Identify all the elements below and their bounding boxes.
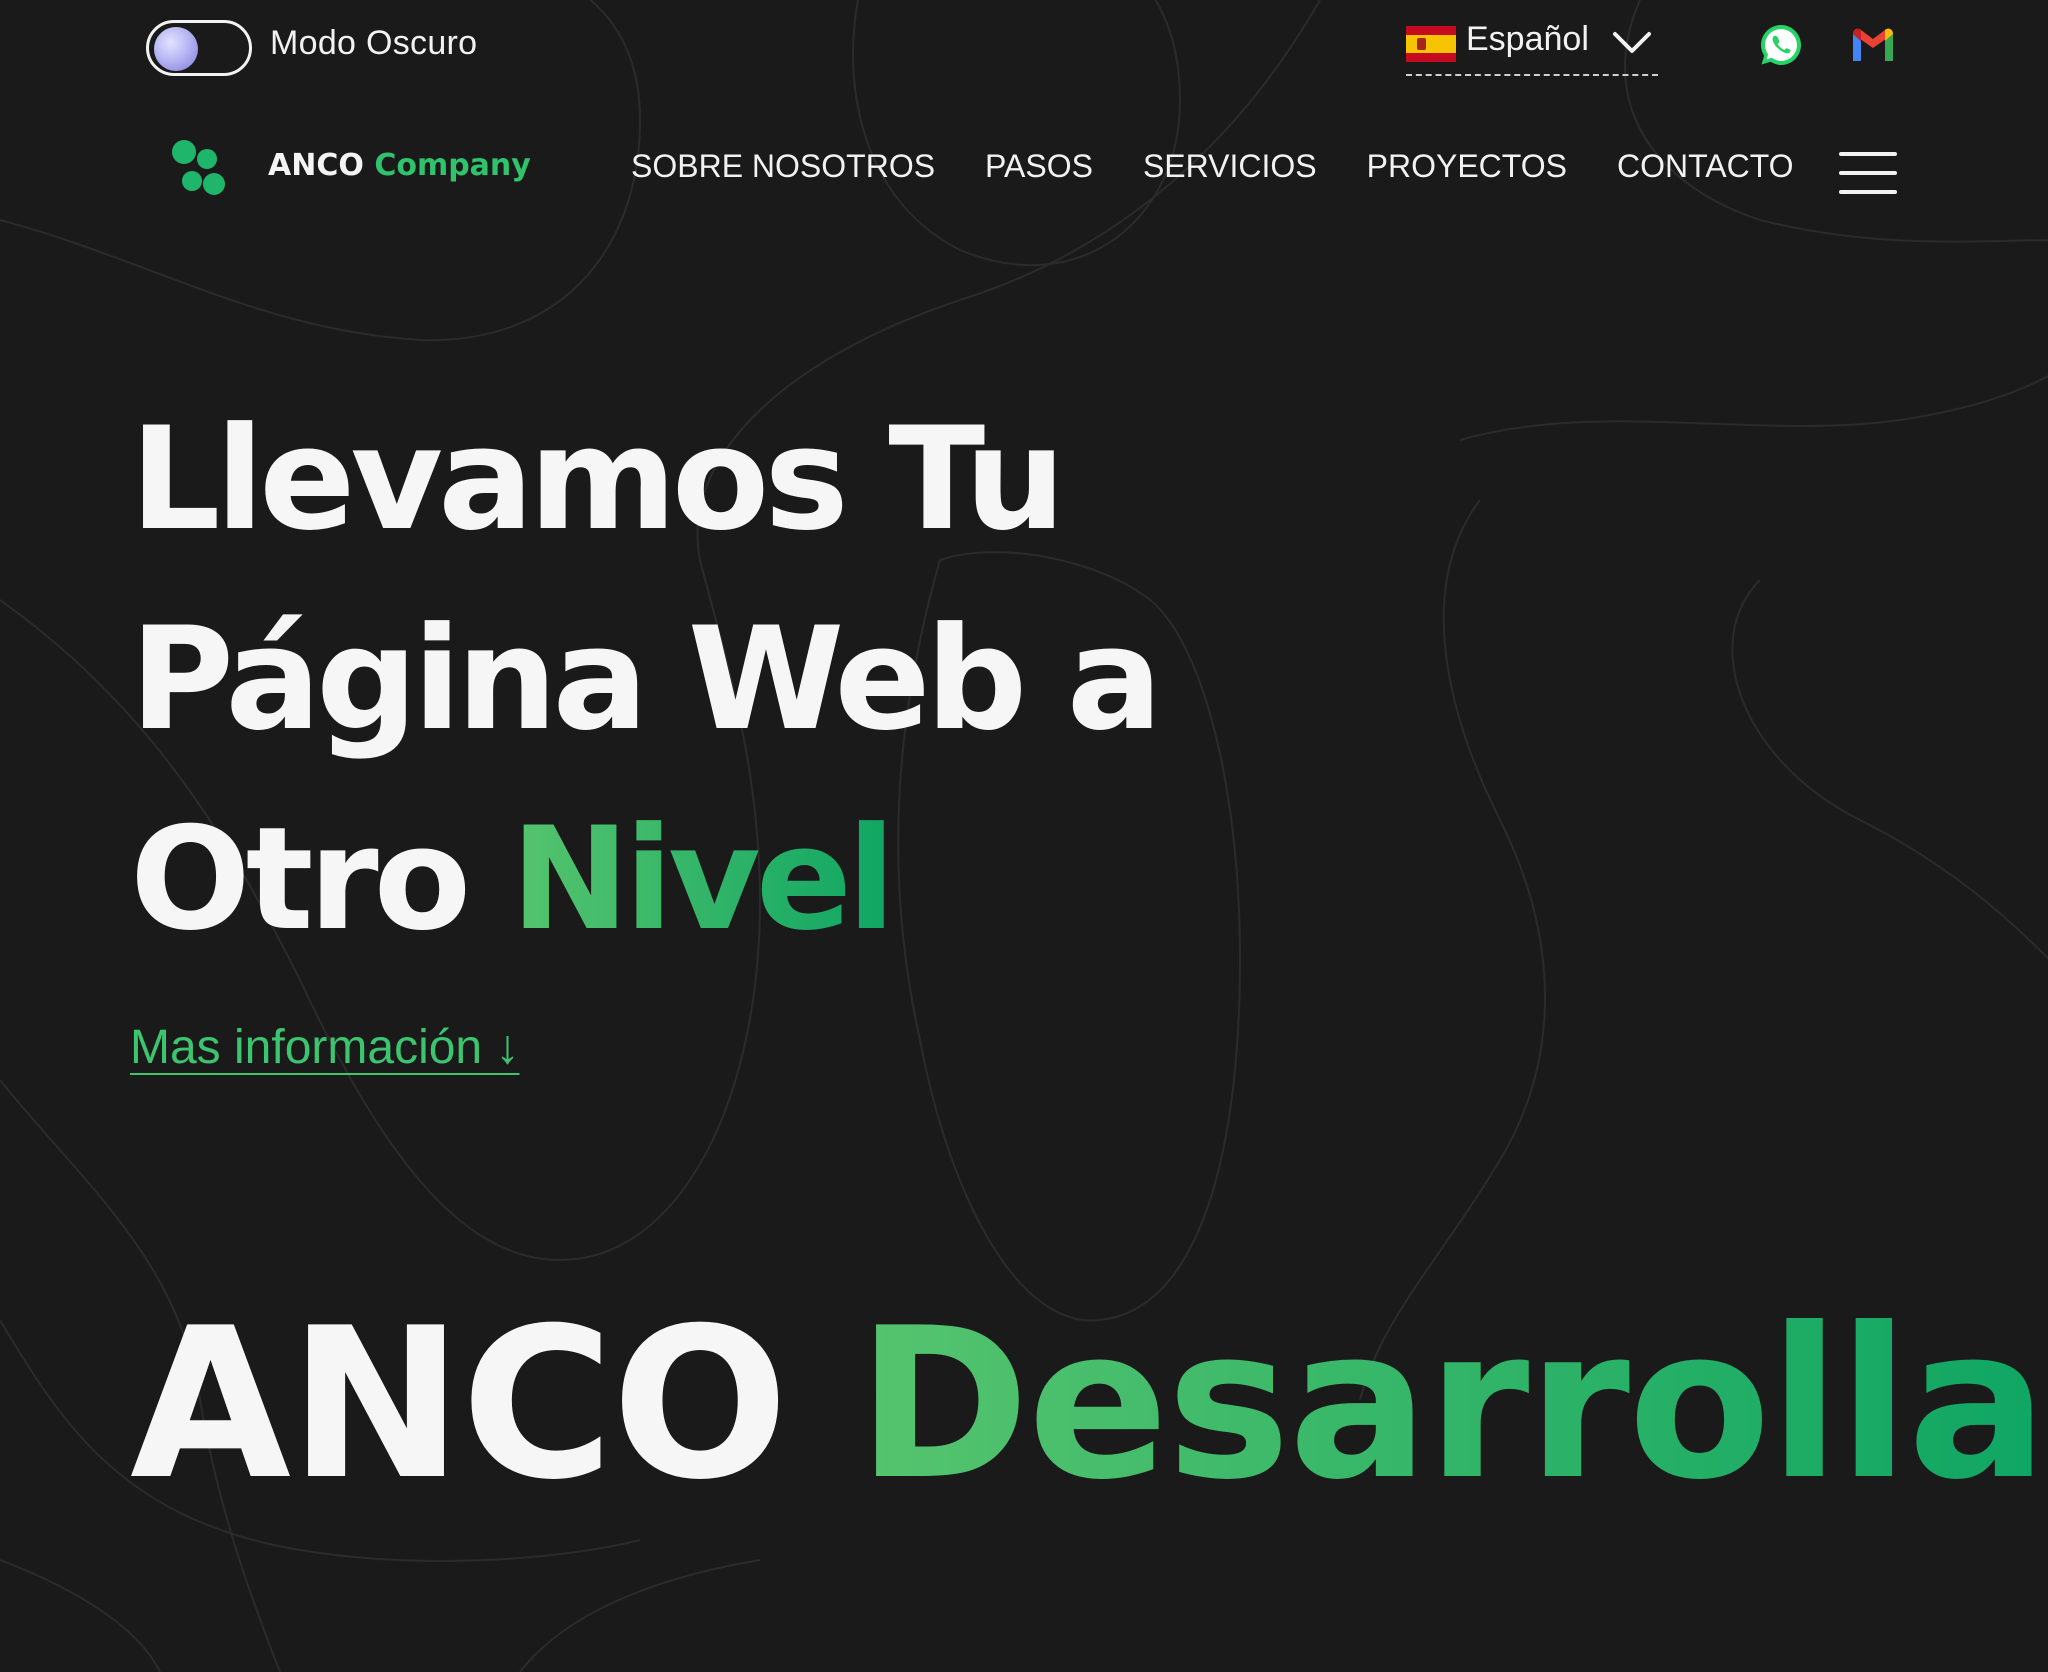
more-info-link[interactable]: Mas información ↓ [130, 1020, 519, 1075]
language-label: Español [1466, 20, 1589, 58]
brand-name[interactable]: ANCO Company [268, 148, 531, 183]
nav-item-pasos[interactable]: PASOS [985, 148, 1093, 185]
brand-name-suffix: Company [374, 148, 531, 183]
es-flag-icon [1406, 26, 1456, 62]
whatsapp-icon[interactable] [1758, 22, 1804, 68]
dark-mode-label: Modo Oscuro [270, 24, 478, 62]
language-selector[interactable]: Español [1406, 18, 1658, 76]
nav-item-contacto[interactable]: CONTACTO [1617, 148, 1794, 185]
moon-icon [154, 27, 198, 71]
gmail-icon[interactable] [1850, 26, 1896, 64]
hamburger-menu-icon[interactable] [1839, 152, 1897, 196]
hero-headline: Llevamos Tu Página Web a Otro Nivel [130, 380, 1163, 980]
brand-name-primary: ANCO [268, 148, 364, 183]
banner-word-anco: ANCO [130, 1284, 789, 1526]
chevron-down-icon [1613, 32, 1651, 53]
anco-logo-icon[interactable] [170, 138, 232, 200]
dark-mode-toggle[interactable] [146, 20, 252, 76]
hero-headline-line-1: Llevamos Tu [130, 397, 1066, 562]
hero-headline-accent: Nivel [510, 797, 896, 962]
hero-headline-line-3: Otro Nivel [130, 780, 1158, 980]
main-nav: SOBRE NOSOTROS PASOS SERVICIOS PROYECTOS… [631, 148, 1794, 185]
nav-item-servicios[interactable]: SERVICIOS [1143, 148, 1317, 185]
nav-item-proyectos[interactable]: PROYECTOS [1367, 148, 1567, 185]
banner-word-desarrolla: Desarrolla [856, 1284, 2048, 1526]
anco-desarrolla-banner: ANCO Desarrolla [130, 1284, 2048, 1526]
hero-headline-line-2: Página Web a [130, 597, 1163, 762]
nav-item-sobre-nosotros[interactable]: SOBRE NOSOTROS [631, 148, 935, 185]
hero-headline-word-otro: Otro [130, 797, 471, 962]
